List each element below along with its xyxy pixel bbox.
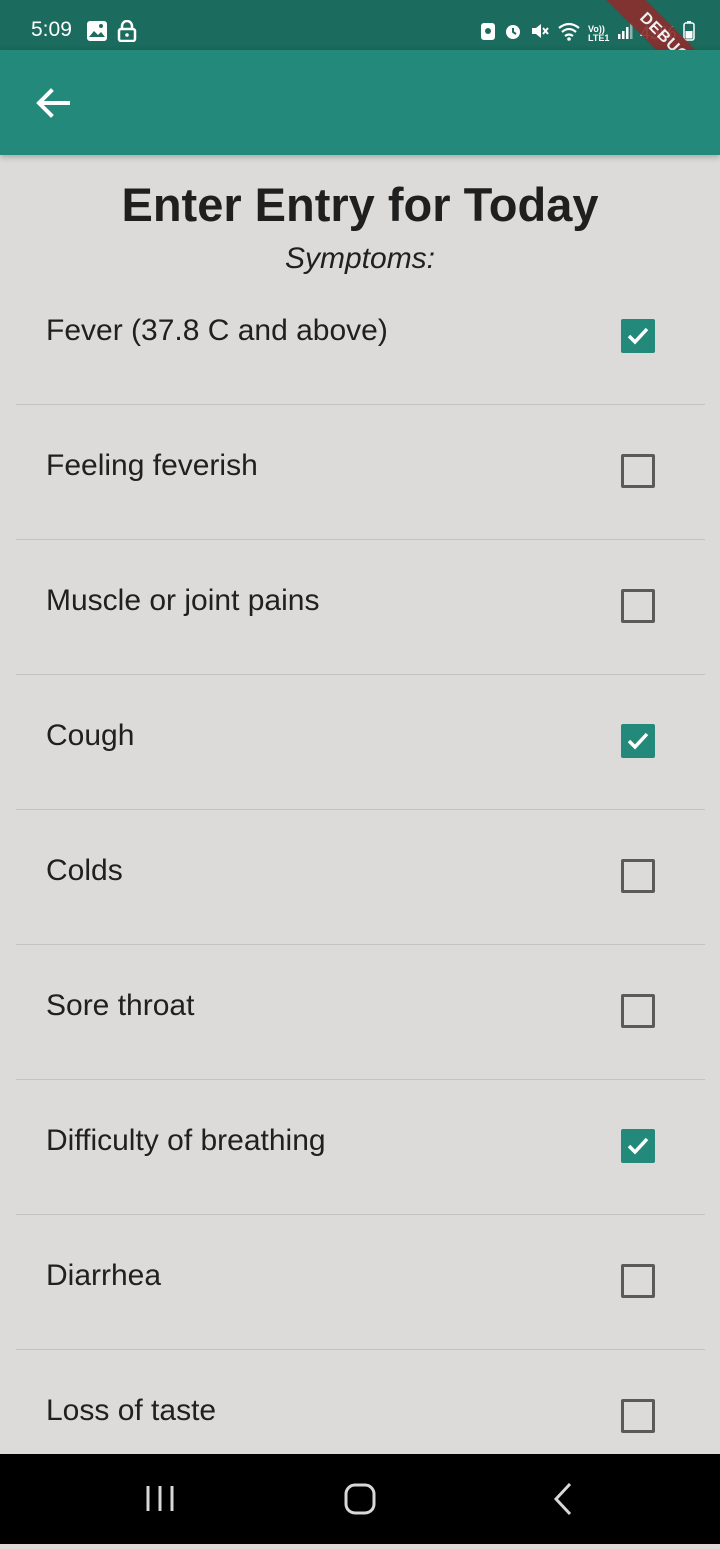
symptom-checkbox[interactable] xyxy=(621,859,655,893)
symptom-label: Sore throat xyxy=(46,989,195,1022)
network-label: Vo)) LTE1 xyxy=(588,23,610,43)
symptom-label: Fever (37.8 C and above) xyxy=(46,314,388,347)
page-title: Enter Entry for Today xyxy=(121,178,599,231)
symptom-list: Fever (37.8 C and above) Feeling feverish… xyxy=(16,270,705,1485)
symptom-row[interactable]: Feeling feverish xyxy=(16,405,705,540)
image-icon xyxy=(86,20,108,47)
system-back-button[interactable] xyxy=(504,1454,624,1544)
symptom-checkbox[interactable] xyxy=(621,724,655,758)
mute-icon xyxy=(530,21,550,46)
symptom-checkbox[interactable] xyxy=(621,1129,655,1163)
symptom-label: Muscle or joint pains xyxy=(46,584,320,617)
symptom-row[interactable]: Diarrhea xyxy=(16,1215,705,1350)
status-bar: 5:09 Vo)) LTE1 45% DEBUG xyxy=(0,0,720,126)
symptom-label: Difficulty of breathing xyxy=(46,1124,326,1157)
symptom-checkbox[interactable] xyxy=(621,319,655,353)
symptom-label: Loss of taste xyxy=(46,1394,217,1427)
symptom-checkbox[interactable] xyxy=(621,454,655,488)
lock-icon xyxy=(117,19,137,47)
checkmark-icon xyxy=(627,1137,649,1155)
symptom-checkbox[interactable] xyxy=(621,994,655,1028)
back-icon xyxy=(553,1482,572,1516)
symptom-checkbox[interactable] xyxy=(621,1399,655,1433)
symptom-label: Cough xyxy=(46,719,135,752)
symptom-checkbox[interactable] xyxy=(621,589,655,623)
symptom-row[interactable]: Sore throat xyxy=(16,945,705,1080)
symptom-row[interactable]: Muscle or joint pains xyxy=(16,540,705,675)
recents-icon xyxy=(146,1486,174,1511)
symptom-label: Diarrhea xyxy=(46,1259,162,1292)
home-button[interactable] xyxy=(300,1454,420,1544)
symptom-row[interactable]: Fever (37.8 C and above) xyxy=(16,270,705,405)
system-nav-bar xyxy=(0,1454,720,1544)
checkmark-icon xyxy=(627,327,649,345)
home-icon xyxy=(344,1483,376,1515)
arrow-back-icon xyxy=(36,88,70,118)
symptom-row[interactable]: Cough xyxy=(16,675,705,810)
battery-saver-icon xyxy=(480,21,496,46)
recents-button[interactable] xyxy=(100,1454,220,1544)
symptom-checkbox[interactable] xyxy=(621,1264,655,1298)
symptom-label: Colds xyxy=(46,854,123,887)
signal-icon xyxy=(617,22,633,45)
symptom-row[interactable]: Difficulty of breathing xyxy=(16,1080,705,1215)
symptom-label: Feeling feverish xyxy=(46,449,258,482)
wifi-icon xyxy=(557,21,581,46)
symptom-row[interactable]: Colds xyxy=(16,810,705,945)
checkmark-icon xyxy=(627,732,649,750)
status-time: 5:09 xyxy=(31,18,72,41)
alarm-icon xyxy=(503,21,523,46)
app-bar xyxy=(0,50,720,155)
status-left-icons xyxy=(86,19,137,47)
back-button[interactable] xyxy=(34,86,72,120)
